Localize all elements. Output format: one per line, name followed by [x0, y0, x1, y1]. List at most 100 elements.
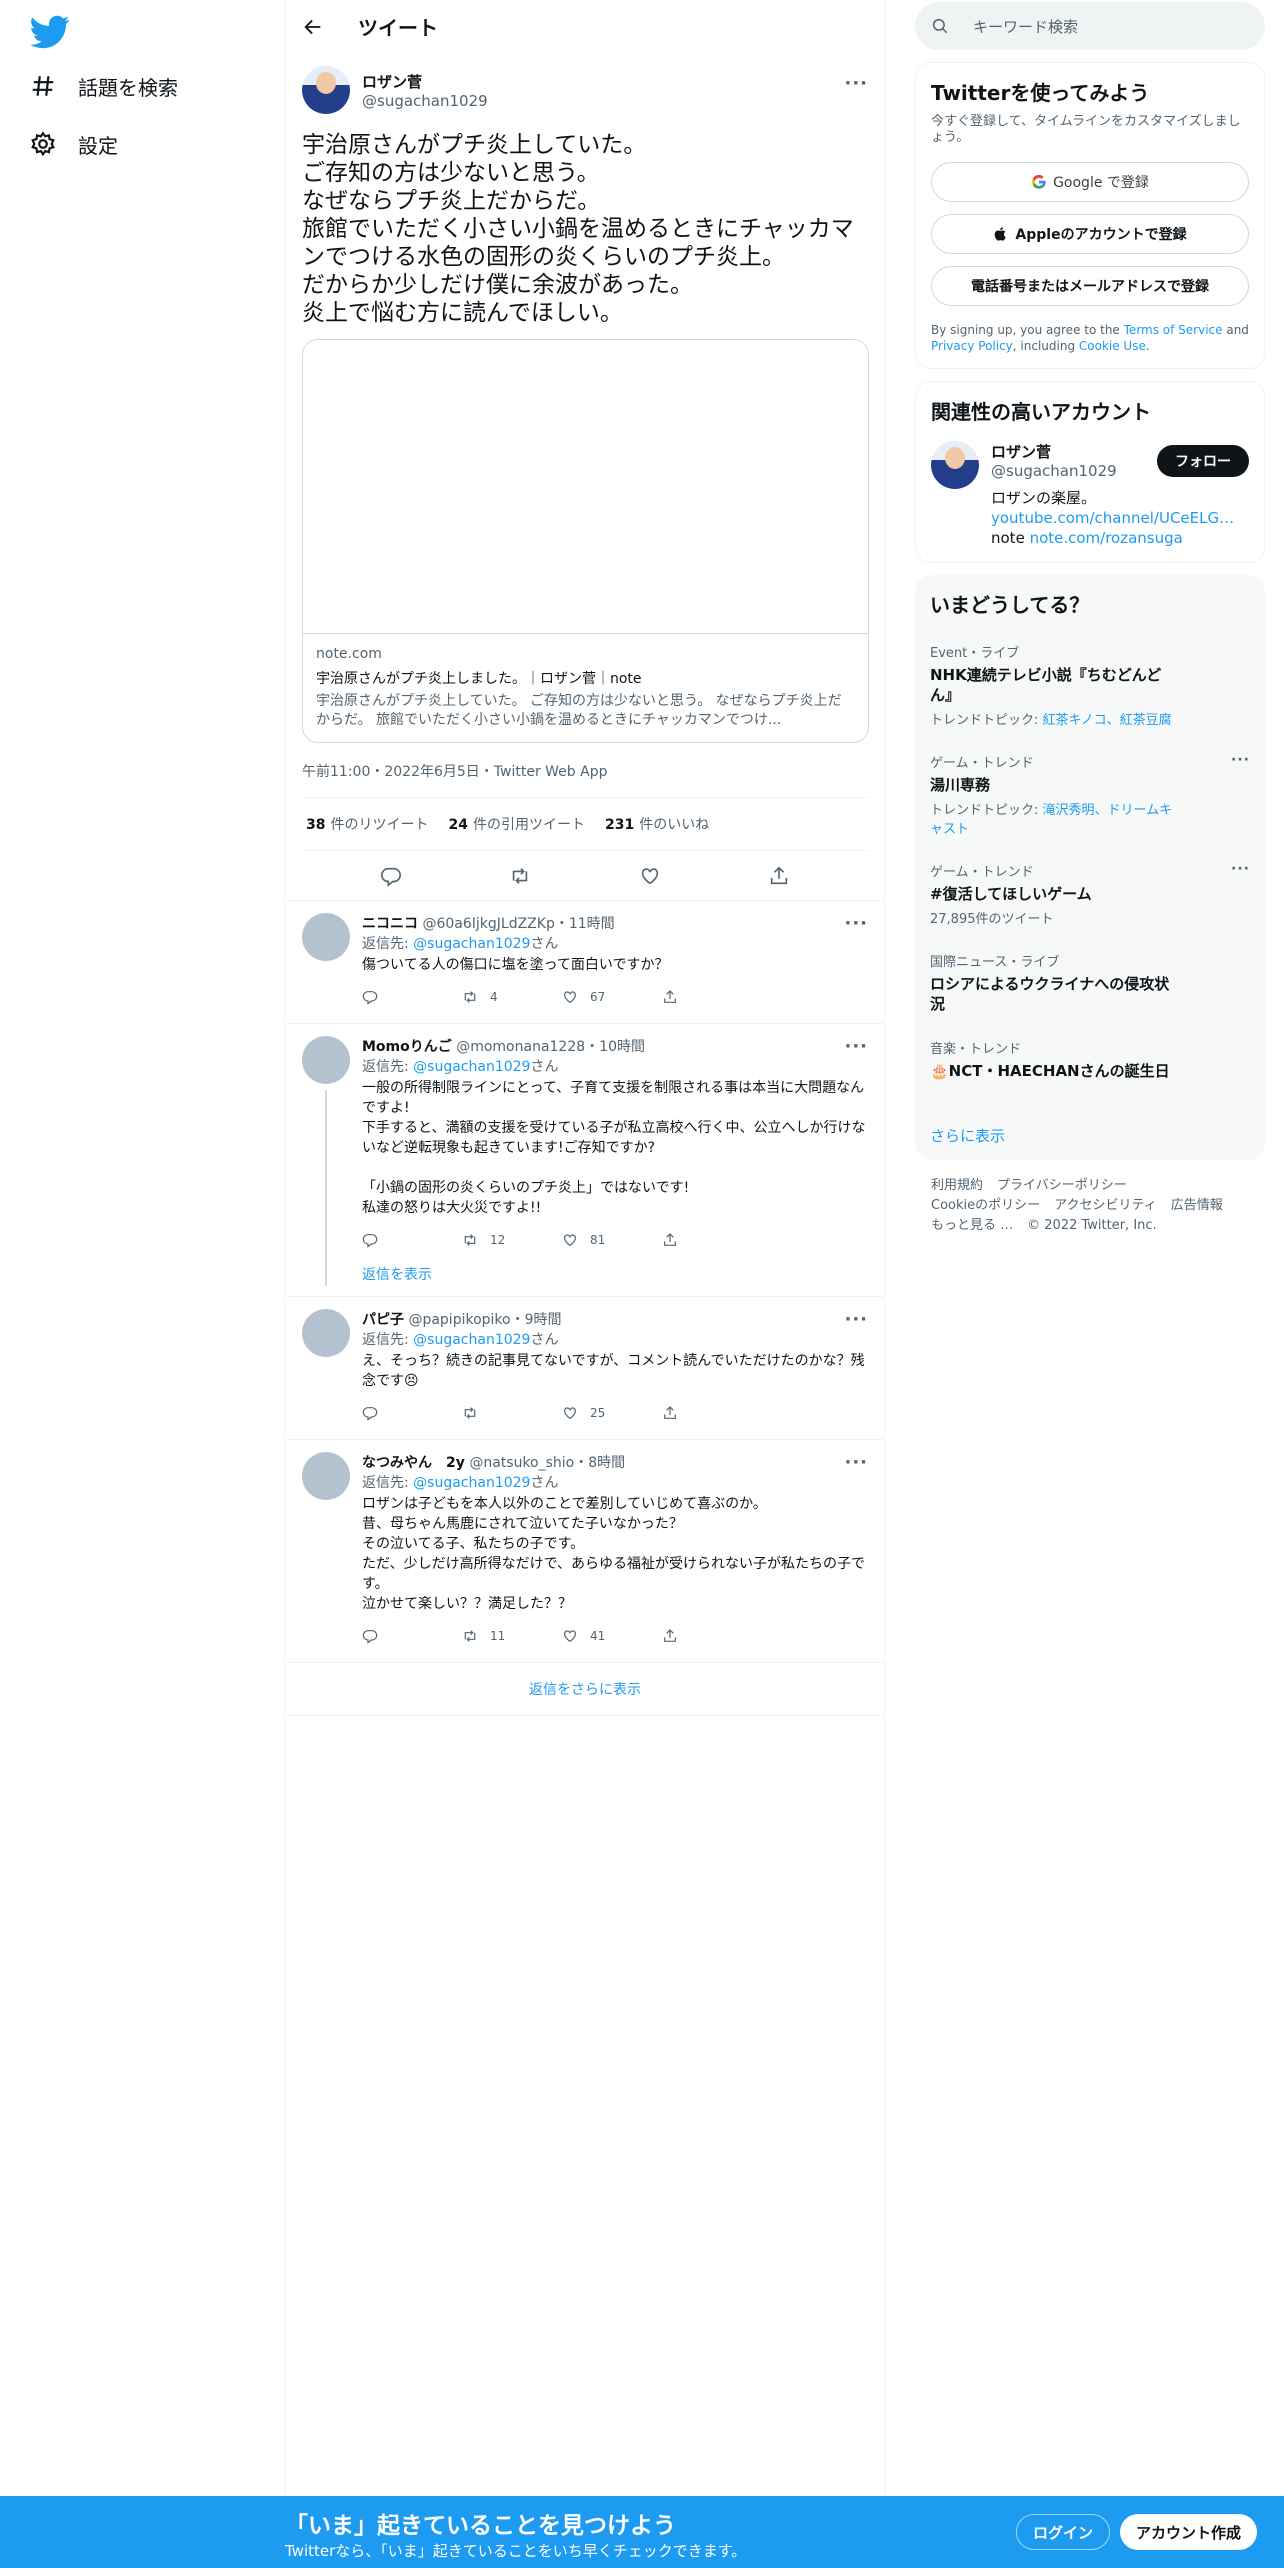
follow-button[interactable]: フォロー	[1157, 445, 1249, 477]
like-icon[interactable]	[639, 865, 661, 887]
reply-to-link[interactable]: @sugachan1029	[413, 1332, 530, 1348]
avatar[interactable]	[302, 1309, 350, 1357]
apple-signup-button[interactable]: Appleのアカウントで登録	[931, 214, 1249, 254]
signup-button[interactable]: アカウント作成	[1120, 2514, 1258, 2550]
trend-item[interactable]: ゲーム・トレンド ··· #復活してほしいゲーム 27,895件のツイート	[930, 861, 1250, 927]
tweet-timestamp[interactable]: 午前11:00・2022年6月5日・Twitter Web App	[302, 745, 868, 798]
reply-to-link[interactable]: @sugachan1029	[413, 1475, 530, 1491]
reply-to-link[interactable]: @sugachan1029	[413, 1059, 530, 1075]
avatar[interactable]	[302, 1036, 350, 1084]
trend-item[interactable]: 音楽・トレンド 🎂NCT・HAECHANさんの誕生日	[930, 1038, 1250, 1081]
retweet-icon[interactable]	[462, 1232, 478, 1248]
like-icon[interactable]	[562, 1628, 578, 1644]
trend-more-icon[interactable]: ···	[1231, 752, 1250, 768]
footer-terms[interactable]: 利用規約	[931, 1178, 983, 1193]
more-options-icon[interactable]: ···	[844, 73, 868, 94]
related-account[interactable]: ロザン菅 @sugachan1029 ロザンの楽屋。youtube.com/ch…	[931, 441, 1249, 548]
privacy-link[interactable]: Privacy Policy	[931, 339, 1013, 353]
search-input[interactable]: キーワード検索	[915, 2, 1265, 50]
trend-item[interactable]: Event・ライブ NHK連続テレビ小説『ちむどんどん』 トレンドトピック: 紅…	[930, 642, 1250, 728]
reply-icon[interactable]	[380, 865, 402, 887]
nav-settings[interactable]: 設定	[30, 124, 118, 164]
share-icon[interactable]	[662, 1232, 678, 1248]
more-options-icon[interactable]: ···	[844, 1036, 868, 1057]
bio-note-link[interactable]: note.com/rozansuga	[1030, 529, 1183, 547]
card-image[interactable]	[303, 340, 868, 634]
reply-icon[interactable]	[362, 989, 378, 1005]
footer-accessibility[interactable]: アクセシビリティ	[1054, 1198, 1157, 1213]
link-card[interactable]: note.com 宇治原さんがプチ炎上しました。｜ロザン菅｜note 宇治原さん…	[302, 339, 869, 743]
bio-youtube-link[interactable]: youtube.com/channel/UCeELG…	[991, 509, 1234, 527]
related-title: 関連性の高いアカウント	[931, 400, 1151, 424]
avatar[interactable]	[931, 441, 979, 489]
tweet-author[interactable]: ロザン菅 @sugachan1029	[302, 65, 868, 115]
google-signup-button[interactable]: Google で登録	[931, 162, 1249, 202]
reply-time[interactable]: 11時間	[569, 916, 615, 932]
reply-author-name[interactable]: Momoりんご	[362, 1039, 452, 1055]
trend-item[interactable]: 国際ニュース・ライブ ロシアによるウクライナへの侵攻状況	[930, 951, 1250, 1014]
like-count[interactable]: 231 件のいいね	[605, 814, 709, 834]
related-accounts-box: 関連性の高いアカウント ロザン菅 @sugachan1029 ロザンの楽屋。yo…	[915, 381, 1265, 563]
like-count: 67	[590, 990, 606, 1004]
retweet-icon[interactable]	[462, 1405, 478, 1421]
reply-author-handle[interactable]: @papipikopiko	[408, 1312, 510, 1328]
trend-more-icon[interactable]: ···	[1231, 861, 1250, 877]
reply-tweet[interactable]: ··· パピ子 @papipikopiko・9時間 返信先: @sugachan…	[286, 1297, 884, 1440]
retweet-icon[interactable]	[462, 1628, 478, 1644]
share-icon[interactable]	[662, 1405, 678, 1421]
tweet-actions	[286, 851, 884, 901]
back-arrow-icon[interactable]	[302, 16, 324, 38]
footer-cookie[interactable]: Cookieのポリシー	[931, 1198, 1040, 1213]
more-options-icon[interactable]: ···	[844, 1452, 868, 1473]
trends-show-more-link[interactable]: さらに表示	[930, 1125, 1250, 1146]
author-handle[interactable]: @sugachan1029	[362, 92, 488, 110]
reply-author-handle[interactable]: @momonana1228	[456, 1039, 585, 1055]
reply-author-handle[interactable]: @natsuko_shio	[469, 1455, 574, 1471]
show-more-replies-link[interactable]: 返信をさらに表示	[286, 1663, 884, 1716]
reply-icon[interactable]	[362, 1232, 378, 1248]
reply-time[interactable]: 10時間	[599, 1039, 645, 1055]
reply-tweet[interactable]: ··· ニコニコ @60a6IjkgJLdZZKp・11時間 返信先: @sug…	[286, 901, 884, 1024]
share-icon[interactable]	[662, 1628, 678, 1644]
reply-author-handle[interactable]: @60a6IjkgJLdZZKp	[422, 916, 554, 932]
phone-email-signup-button[interactable]: 電話番号またはメールアドレスで登録	[931, 266, 1249, 306]
retweet-count[interactable]: 38 件のリツイート	[306, 814, 428, 834]
reply-text: ロザンは子どもを本人以外のことで差別していじめて喜ぶのか。 昔、母ちゃん馬鹿にさ…	[362, 1496, 866, 1612]
avatar[interactable]	[302, 913, 350, 961]
share-icon[interactable]	[662, 989, 678, 1005]
like-count: 41	[590, 1629, 606, 1643]
quote-count[interactable]: 24 件の引用ツイート	[448, 814, 584, 834]
author-display-name[interactable]: ロザン菅	[362, 71, 488, 92]
terms-link[interactable]: Terms of Service	[1124, 323, 1223, 337]
reply-time[interactable]: 9時間	[525, 1312, 562, 1328]
reply-author-name[interactable]: パピ子	[362, 1312, 404, 1328]
nav-explore[interactable]: 話題を検索	[30, 66, 178, 106]
twitter-logo-icon[interactable]	[30, 12, 70, 52]
reply-author-name[interactable]: ニコニコ	[362, 916, 418, 932]
avatar[interactable]	[302, 66, 350, 114]
gear-icon	[31, 131, 55, 157]
cookie-link[interactable]: Cookie Use	[1079, 339, 1146, 353]
like-icon[interactable]	[562, 1405, 578, 1421]
retweet-icon[interactable]	[462, 989, 478, 1005]
reply-to-link[interactable]: @sugachan1029	[413, 936, 530, 952]
reply-author-name[interactable]: なつみやん 2y	[362, 1455, 465, 1471]
avatar[interactable]	[302, 1452, 350, 1500]
share-icon[interactable]	[768, 865, 790, 887]
retweet-icon[interactable]	[509, 865, 531, 887]
trend-item[interactable]: ゲーム・トレンド ··· 湯川専務 トレンドトピック: 滝沢秀明、ドリームキャス…	[930, 752, 1250, 837]
footer-privacy[interactable]: プライバシーポリシー	[997, 1178, 1127, 1193]
like-icon[interactable]	[562, 1232, 578, 1248]
reply-icon[interactable]	[362, 1405, 378, 1421]
more-options-icon[interactable]: ···	[844, 1309, 868, 1330]
reply-icon[interactable]	[362, 1628, 378, 1644]
footer-more[interactable]: もっと見る …	[931, 1218, 1013, 1233]
reply-tweet[interactable]: ··· なつみやん 2y @natsuko_shio・8時間 返信先: @sug…	[286, 1440, 884, 1663]
more-options-icon[interactable]: ···	[844, 913, 868, 934]
footer-ads[interactable]: 広告情報	[1171, 1198, 1223, 1213]
reply-tweet[interactable]: ··· Momoりんご @momonana1228・10時間 返信先: @sug…	[286, 1024, 884, 1297]
login-button[interactable]: ログイン	[1016, 2514, 1111, 2550]
like-icon[interactable]	[562, 989, 578, 1005]
reply-time[interactable]: 8時間	[588, 1455, 625, 1471]
show-replies-link[interactable]: 返信を表示	[362, 1264, 868, 1284]
